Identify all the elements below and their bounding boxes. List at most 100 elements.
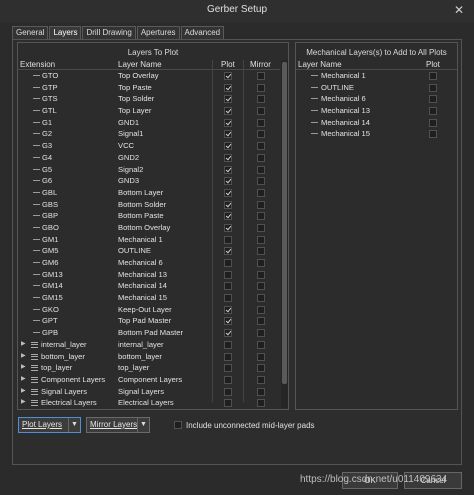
table-row[interactable]: GBO Bottom Overlay xyxy=(18,222,280,234)
layers-table-scrollbar[interactable] xyxy=(281,60,288,408)
table-row[interactable]: GPB Bottom Pad Master xyxy=(18,327,280,339)
table-row[interactable]: ▶ top_layer top_layer xyxy=(18,362,280,374)
expand-arrow-icon[interactable]: ▶ xyxy=(21,386,27,398)
table-row[interactable]: GBS Bottom Solder xyxy=(18,199,280,211)
tab-layers[interactable]: Layers xyxy=(49,26,82,39)
include-unconnected-checkbox[interactable] xyxy=(174,421,182,429)
table-row[interactable]: G2 Signal1 xyxy=(18,128,280,140)
plot-checkbox[interactable] xyxy=(224,142,232,151)
table-row[interactable]: G5 Signal2 xyxy=(18,164,280,176)
table-row[interactable]: G1 GND1 xyxy=(18,117,280,129)
plot-checkbox[interactable] xyxy=(224,223,232,232)
mirror-checkbox[interactable] xyxy=(257,118,265,127)
plot-checkbox[interactable] xyxy=(224,317,232,326)
table-row[interactable]: Mechanical 1 xyxy=(296,70,457,82)
table-row[interactable]: ▶ Component Layers Component Layers xyxy=(18,374,280,386)
plot-checkbox[interactable] xyxy=(429,83,437,92)
mirror-checkbox[interactable] xyxy=(257,375,265,384)
plot-checkbox[interactable] xyxy=(224,282,232,291)
mirror-checkbox[interactable] xyxy=(257,235,265,244)
mirror-checkbox[interactable] xyxy=(257,399,265,408)
plot-layers-button[interactable]: Plot Layers ▼ xyxy=(18,417,81,433)
expand-arrow-icon[interactable]: ▶ xyxy=(21,339,27,351)
mirror-checkbox[interactable] xyxy=(257,270,265,279)
plot-checkbox[interactable] xyxy=(224,270,232,279)
mirror-checkbox[interactable] xyxy=(257,177,265,186)
plot-checkbox[interactable] xyxy=(224,375,232,384)
column-header-layer-name[interactable]: Layer Name xyxy=(298,60,342,69)
mirror-checkbox[interactable] xyxy=(257,340,265,349)
table-row[interactable]: GM6 Mechanical 6 xyxy=(18,257,280,269)
table-row[interactable]: G4 GND2 xyxy=(18,152,280,164)
plot-checkbox[interactable] xyxy=(224,340,232,349)
mirror-checkbox[interactable] xyxy=(257,95,265,104)
plot-checkbox[interactable] xyxy=(224,305,232,314)
table-row[interactable]: GM14 Mechanical 14 xyxy=(18,280,280,292)
table-row[interactable]: GM13 Mechanical 13 xyxy=(18,269,280,281)
table-row[interactable]: GTO Top Overlay xyxy=(18,70,280,82)
mirror-checkbox[interactable] xyxy=(257,188,265,197)
table-row[interactable]: GTS Top Solder xyxy=(18,93,280,105)
mirror-checkbox[interactable] xyxy=(257,282,265,291)
table-row[interactable]: GM5 OUTLINE xyxy=(18,245,280,257)
table-row[interactable]: GPT Top Pad Master xyxy=(18,315,280,327)
mirror-checkbox[interactable] xyxy=(257,83,265,92)
mirror-checkbox[interactable] xyxy=(257,200,265,209)
column-header-extension[interactable]: Extension xyxy=(20,60,55,69)
mirror-checkbox[interactable] xyxy=(257,130,265,139)
column-header-layer-name[interactable]: Layer Name xyxy=(118,60,162,69)
expand-arrow-icon[interactable]: ▶ xyxy=(21,374,27,386)
table-row[interactable]: Mechanical 13 xyxy=(296,105,457,117)
mirror-checkbox[interactable] xyxy=(257,212,265,221)
plot-checkbox[interactable] xyxy=(224,118,232,127)
plot-checkbox[interactable] xyxy=(224,177,232,186)
plot-checkbox[interactable] xyxy=(224,95,232,104)
plot-checkbox[interactable] xyxy=(224,294,232,303)
table-row[interactable]: ▶ Signal Layers Signal Layers xyxy=(18,386,280,398)
column-header-mirror[interactable]: Mirror xyxy=(250,60,271,69)
expand-arrow-icon[interactable]: ▶ xyxy=(21,397,27,408)
column-header-plot[interactable]: Plot xyxy=(221,60,235,69)
plot-checkbox[interactable] xyxy=(224,235,232,244)
plot-checkbox[interactable] xyxy=(224,188,232,197)
mirror-checkbox[interactable] xyxy=(257,259,265,267)
table-row[interactable]: GKO Keep-Out Layer xyxy=(18,304,280,316)
table-row[interactable]: Mechanical 14 xyxy=(296,117,457,129)
table-row[interactable]: ▶ Electrical Layers Electrical Layers xyxy=(18,397,280,408)
plot-checkbox[interactable] xyxy=(224,212,232,221)
table-row[interactable]: GM1 Mechanical 1 xyxy=(18,234,280,246)
mirror-checkbox[interactable] xyxy=(257,364,265,373)
plot-checkbox[interactable] xyxy=(224,259,232,267)
plot-checkbox[interactable] xyxy=(429,118,437,127)
column-header-plot[interactable]: Plot xyxy=(426,60,440,69)
plot-checkbox[interactable] xyxy=(224,387,232,396)
plot-checkbox[interactable] xyxy=(224,165,232,174)
mirror-checkbox[interactable] xyxy=(257,142,265,151)
mirror-checkbox[interactable] xyxy=(257,294,265,303)
table-row[interactable]: G3 VCC xyxy=(18,140,280,152)
mirror-checkbox[interactable] xyxy=(257,329,265,338)
plot-checkbox[interactable] xyxy=(224,329,232,338)
mirror-checkbox[interactable] xyxy=(257,107,265,116)
table-row[interactable]: ▶ bottom_layer bottom_layer xyxy=(18,351,280,363)
mirror-checkbox[interactable] xyxy=(257,223,265,232)
mirror-checkbox[interactable] xyxy=(257,387,265,396)
scrollbar-thumb[interactable] xyxy=(282,62,287,384)
table-row[interactable]: GBL Bottom Layer xyxy=(18,187,280,199)
plot-checkbox[interactable] xyxy=(224,83,232,92)
plot-checkbox[interactable] xyxy=(224,399,232,408)
table-row[interactable]: GBP Bottom Paste xyxy=(18,210,280,222)
plot-checkbox[interactable] xyxy=(224,130,232,139)
mirror-layers-button[interactable]: Mirror Layers ▼ xyxy=(86,417,150,433)
table-row[interactable]: GTL Top Layer xyxy=(18,105,280,117)
plot-checkbox[interactable] xyxy=(429,107,437,116)
plot-checkbox[interactable] xyxy=(429,130,437,139)
table-row[interactable]: GM15 Mechanical 15 xyxy=(18,292,280,304)
plot-checkbox[interactable] xyxy=(224,247,232,256)
table-row[interactable]: G6 GND3 xyxy=(18,175,280,187)
table-row[interactable]: Mechanical 6 xyxy=(296,93,457,105)
tab-drill-drawing[interactable]: Drill Drawing xyxy=(82,26,136,39)
mirror-checkbox[interactable] xyxy=(257,305,265,314)
plot-checkbox[interactable] xyxy=(224,72,232,80)
mirror-checkbox[interactable] xyxy=(257,72,265,80)
